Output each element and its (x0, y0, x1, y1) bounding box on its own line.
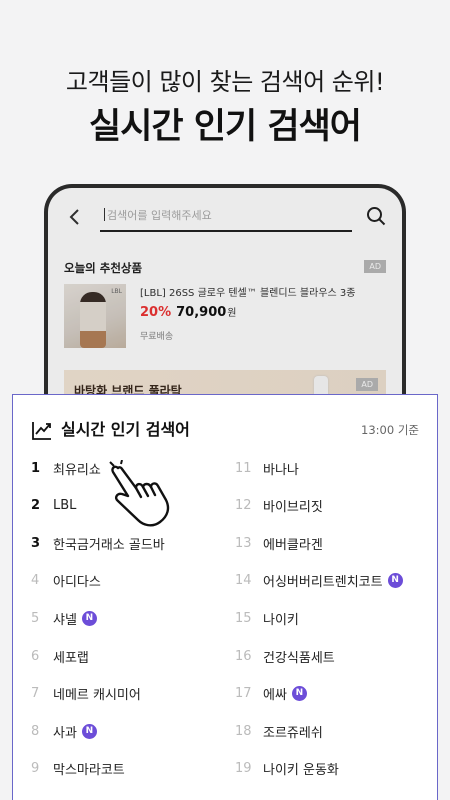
rank-term: 샤넬 (53, 612, 77, 628)
back-arrow-icon[interactable] (66, 206, 86, 228)
new-badge: N (387, 573, 403, 589)
ranking-item-6[interactable]: 6 세포랩 (31, 643, 221, 669)
rank-term: 건강식품세트 (263, 650, 335, 666)
rank-number: 4 (31, 573, 40, 589)
rank-term: 나이키 (263, 612, 299, 628)
rank-number: 14 (235, 573, 252, 589)
rank-number: 19 (235, 761, 252, 777)
rank-term: 한국금거래소 골드바 (53, 537, 165, 553)
ranking-item-19[interactable]: 19 나이키 운동화 (235, 756, 425, 782)
rank-number: 8 (31, 723, 40, 739)
product-image[interactable]: LBL (64, 284, 126, 348)
rank-term: 에버클라겐 (263, 537, 323, 553)
trending-title: 실시간 인기 검색어 (61, 420, 190, 439)
phone-mockup: 검색어를 입력해주세요 오늘의 추천상품 AD LBL [LBL] 26SS 글… (44, 184, 406, 414)
rank-term: 나이키 운동화 (263, 763, 339, 779)
rank-number: 5 (31, 610, 40, 626)
search-icon[interactable] (366, 206, 386, 226)
ranking-item-7[interactable]: 7 네메르 캐시미어 (31, 681, 221, 707)
ranking-item-15[interactable]: 15 나이키 (235, 605, 425, 631)
trending-panel: 실시간 인기 검색어 13:00 기준 1 최유리쇼 2 LBL 3 한국금거래소 골드바… (12, 394, 438, 800)
product-image-tag: LBL (111, 288, 122, 295)
search-bar: 검색어를 입력해주세요 (66, 202, 388, 234)
new-badge: N (81, 610, 97, 626)
ad-badge-banner: AD (356, 378, 378, 391)
ranking-item-11[interactable]: 11 바나나 (235, 455, 425, 481)
rank-term: 에싸 (263, 688, 287, 704)
ranking-item-9[interactable]: 9 막스마라코트 (31, 756, 221, 782)
product-discount: 20% (140, 305, 172, 320)
rank-number: 17 (235, 686, 252, 702)
rank-term: LBL (53, 498, 77, 514)
rank-number: 18 (235, 723, 252, 739)
new-badge: N (291, 686, 307, 702)
rank-term: 조르쥬레쉬 (263, 725, 323, 741)
rank-term: 최유리쇼 (53, 462, 101, 478)
ranking-item-8[interactable]: 8 사과 N (31, 718, 221, 744)
rank-term: 바나나 (263, 462, 299, 478)
rank-number: 15 (235, 610, 252, 626)
rank-term: 어싱버버리트렌치코트 (263, 575, 383, 591)
rank-term: 아디다스 (53, 575, 101, 591)
recommended-title: 오늘의 추천상품 (64, 261, 143, 275)
rank-number: 7 (31, 686, 40, 702)
ranking-item-3[interactable]: 3 한국금거래소 골드바 (31, 530, 221, 556)
trend-chart-icon (31, 419, 53, 441)
rank-term: 바이브리짓 (263, 500, 323, 516)
rank-number: 16 (235, 648, 252, 664)
rank-number: 11 (235, 460, 252, 476)
promo-title: 실시간 인기 검색어 (89, 107, 362, 147)
rank-number: 1 (31, 460, 41, 476)
rank-number: 3 (31, 535, 41, 551)
product-name[interactable]: [LBL] 26SS 글로우 텐셀™ 블렌디드 블라우스 3종 (140, 284, 355, 299)
rank-term: 네메르 캐시미어 (53, 688, 141, 704)
product-price: 20% 70,900원 (140, 304, 237, 320)
ranking-item-18[interactable]: 18 조르쥬레쉬 (235, 718, 425, 744)
ranking-item-17[interactable]: 17 에싸 N (235, 681, 425, 707)
rank-term: 막스마라코트 (53, 763, 125, 779)
trending-time: 13:00 기준 (361, 423, 419, 437)
ranking-item-13[interactable]: 13 에버클라겐 (235, 530, 425, 556)
rank-number: 2 (31, 498, 41, 514)
search-placeholder: 검색어를 입력해주세요 (107, 209, 212, 222)
ranking-item-5[interactable]: 5 샤넬 N (31, 605, 221, 631)
ranking-item-4[interactable]: 4 아디다스 (31, 568, 221, 594)
new-badge: N (81, 723, 97, 739)
promo-headline: 고객들이 많이 찾는 검색어 순위! (65, 68, 385, 96)
pointing-hand-icon (108, 459, 172, 532)
ranking-item-12[interactable]: 12 바이브리짓 (235, 493, 425, 519)
product-currency: 원 (227, 308, 237, 319)
trending-header: 실시간 인기 검색어 13:00 기준 (31, 419, 419, 441)
rank-term: 사과 (53, 725, 77, 741)
rank-number: 13 (235, 535, 252, 551)
rank-number: 12 (235, 498, 252, 514)
product-price-value: 70,900 (176, 305, 227, 320)
ad-badge: AD (364, 260, 386, 273)
product-shipping: 무료배송 (140, 332, 174, 342)
rank-number: 9 (31, 761, 40, 777)
search-input[interactable]: 검색어를 입력해주세요 (100, 204, 352, 232)
ranking-item-16[interactable]: 16 건강식품세트 (235, 643, 425, 669)
rank-number: 6 (31, 648, 40, 664)
ranking-item-14[interactable]: 14 어싱버버리트렌치코트 N (235, 568, 425, 594)
rank-term: 세포랩 (53, 650, 89, 666)
